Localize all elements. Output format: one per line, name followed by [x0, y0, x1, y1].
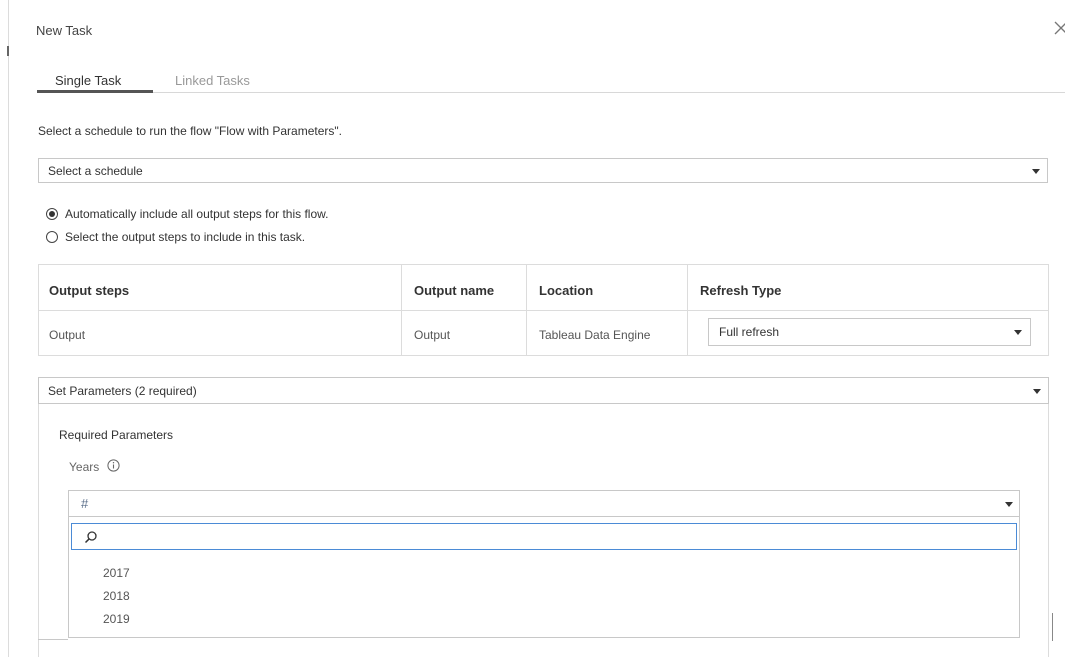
output-steps-table: Output steps Output name Location Refres…	[38, 264, 1049, 356]
schedule-select-value: Select a schedule	[48, 164, 143, 178]
search-icon	[84, 530, 98, 544]
set-parameters-toggle[interactable]: Set Parameters (2 required)	[38, 377, 1049, 404]
cell-output-name: Output	[414, 328, 451, 342]
radio-button-checked-icon[interactable]	[46, 208, 58, 220]
chevron-down-icon	[1014, 330, 1022, 335]
cell-location: Tableau Data Engine	[539, 328, 651, 342]
table-header-divider	[39, 310, 1048, 311]
table-column-divider	[526, 265, 527, 355]
schedule-instruction: Select a schedule to run the flow "Flow …	[38, 124, 342, 138]
column-header-location: Location	[539, 283, 594, 298]
chevron-down-icon	[1032, 169, 1040, 174]
schedule-select[interactable]: Select a schedule	[38, 158, 1048, 183]
set-parameters-label: Set Parameters (2 required)	[48, 384, 197, 398]
refresh-type-select[interactable]: Full refresh	[708, 318, 1031, 346]
year-option[interactable]: 2017	[103, 566, 130, 580]
column-header-output-steps: Output steps	[49, 283, 130, 298]
info-icon[interactable]	[107, 459, 120, 472]
radio-auto-include-label: Automatically include all output steps f…	[65, 207, 329, 221]
column-header-output-name: Output name	[414, 283, 495, 298]
close-icon[interactable]	[1051, 18, 1065, 38]
active-tab-indicator	[37, 90, 153, 93]
table-column-divider	[687, 265, 688, 355]
chevron-down-icon	[1005, 502, 1013, 507]
year-option[interactable]: 2018	[103, 589, 130, 603]
panel-divider	[38, 639, 68, 640]
radio-select-steps-label: Select the output steps to include in th…	[65, 230, 306, 244]
tab-single-task[interactable]: Single Task	[55, 73, 121, 88]
dialog-titlebar: New Task	[9, 0, 1065, 62]
column-header-refresh-type: Refresh Type	[700, 283, 782, 298]
year-option[interactable]: 2019	[103, 612, 130, 626]
scrollbar[interactable]	[1052, 613, 1053, 641]
refresh-type-value: Full refresh	[719, 325, 780, 339]
years-select[interactable]: #	[68, 490, 1020, 517]
chevron-down-icon	[1033, 389, 1041, 394]
radio-button-icon[interactable]	[46, 231, 58, 243]
tabs-divider	[37, 92, 1065, 93]
table-column-divider	[401, 265, 402, 355]
dialog-title: New Task	[36, 23, 93, 38]
dialog-left-border	[8, 0, 9, 657]
required-parameters-title: Required Parameters	[59, 428, 174, 442]
cell-output-step: Output	[49, 328, 86, 342]
years-parameter-label: Years	[69, 460, 100, 474]
tab-linked-tasks[interactable]: Linked Tasks	[175, 73, 250, 88]
number-type-icon: #	[81, 496, 89, 511]
years-search-input[interactable]	[71, 523, 1017, 550]
